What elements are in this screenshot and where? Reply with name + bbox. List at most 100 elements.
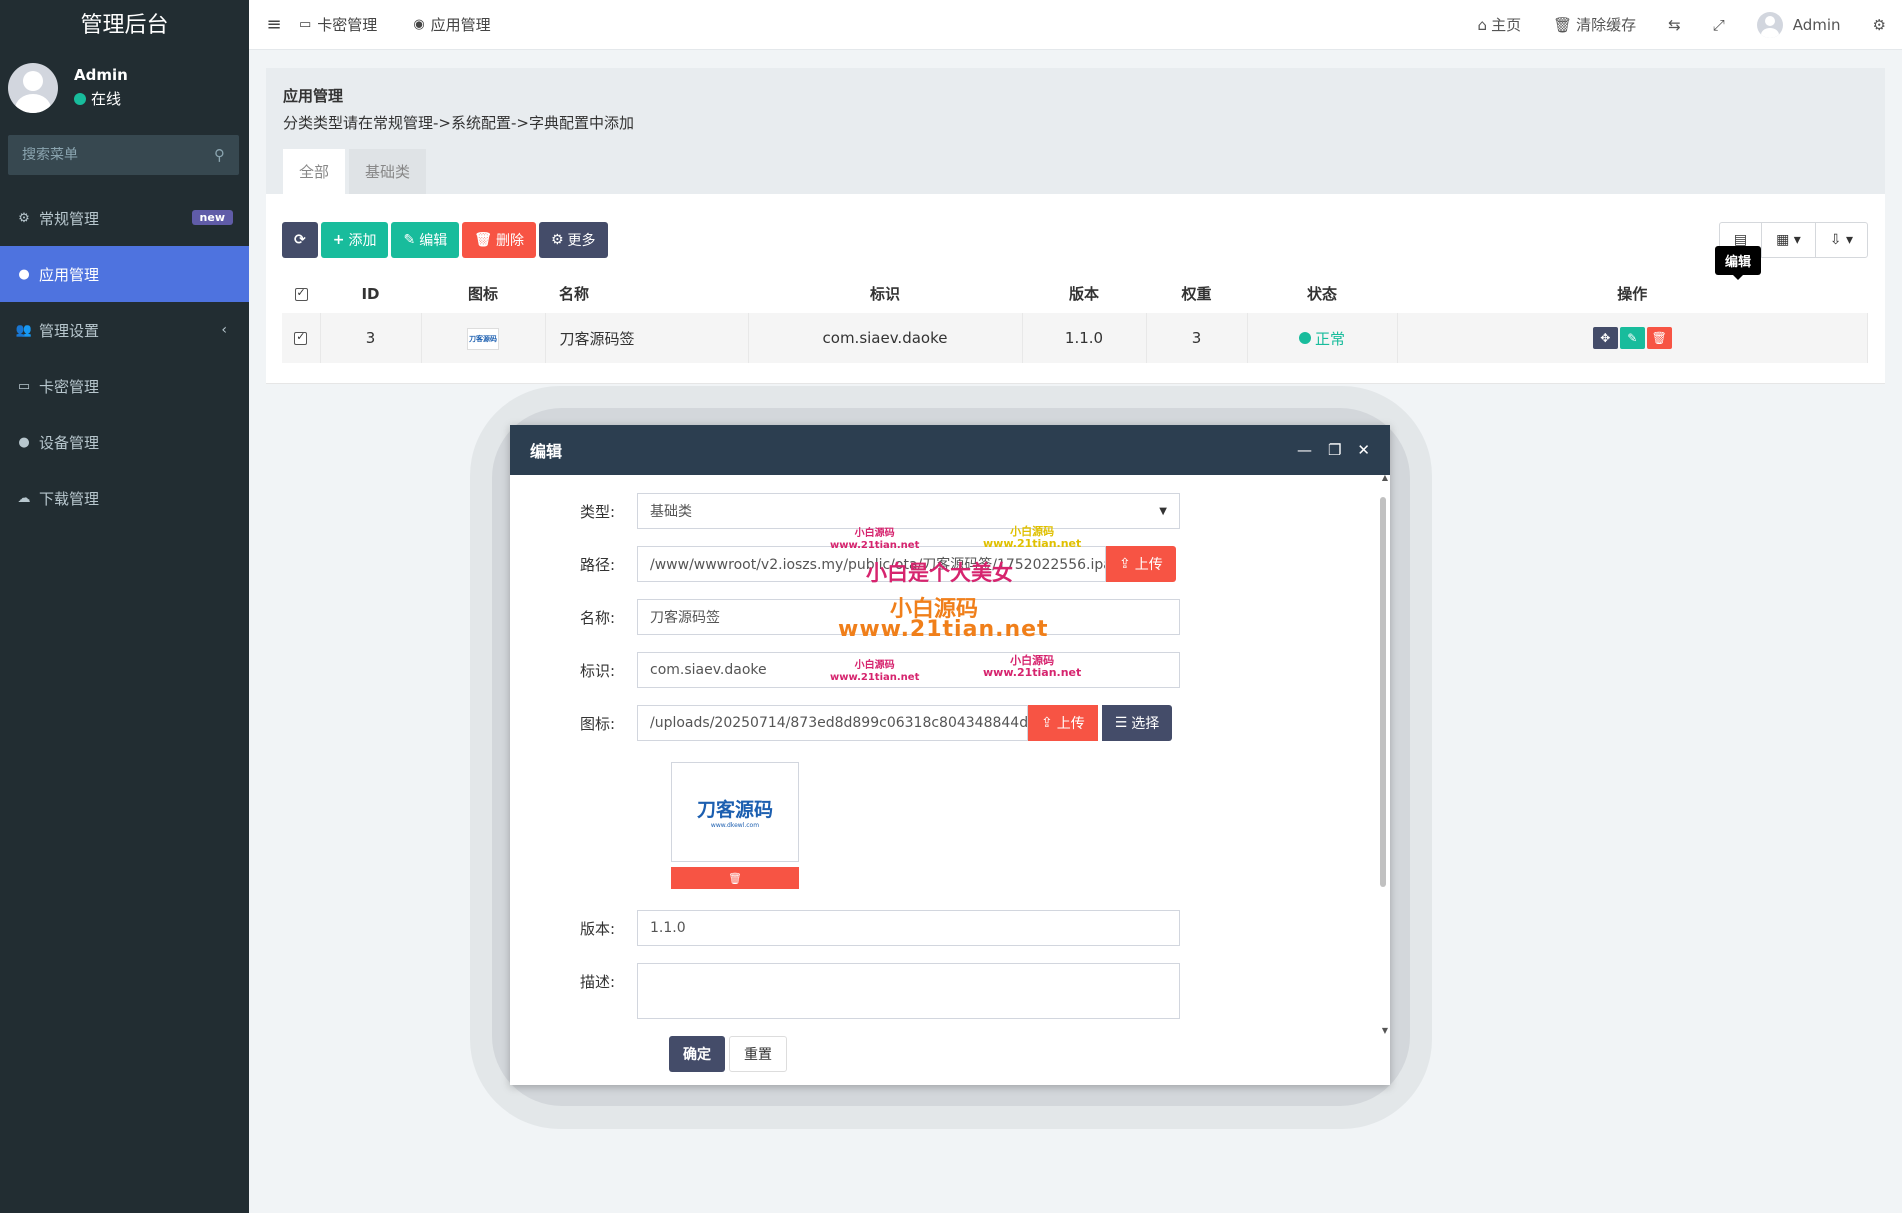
export-icon[interactable]: ⇩ ▾ (1816, 223, 1867, 257)
select-all-checkbox[interactable] (294, 286, 308, 301)
app-table: ID 图标 名称 标识 版本 权重 状态 操作 3 刀客源码 刀客源码签 com… (282, 274, 1868, 363)
watermark: 小白源码 www.21tian.net (983, 654, 1082, 679)
row-delete-button[interactable]: 🗑 (1646, 327, 1672, 349)
translate-icon[interactable]: ⇆ (1668, 16, 1681, 34)
close-icon[interactable]: ✕ (1357, 441, 1370, 459)
apple-icon: ● (18, 434, 30, 450)
drag-move-button[interactable]: ✥ (1592, 327, 1618, 349)
cell-status: 正常 (1247, 313, 1398, 363)
refresh-icon: ⟳ (294, 232, 306, 248)
icon-upload-button[interactable]: ⇪ 上传 (1028, 705, 1098, 741)
tab-all[interactable]: 全部 (283, 149, 346, 194)
icon-preview[interactable]: 刀客源码 www.dkewl.com (671, 762, 799, 862)
path-upload-button[interactable]: ⇪ 上传 (1106, 546, 1176, 582)
confirm-button[interactable]: 确定 (669, 1036, 725, 1072)
scroll-up-icon[interactable]: ▲ (1382, 473, 1388, 482)
col-status: 状态 (1306, 285, 1337, 303)
minimize-icon[interactable]: — (1297, 441, 1312, 459)
version-input[interactable]: 1.1.0 (637, 910, 1180, 946)
credit-card-icon: ▭ (17, 378, 31, 394)
columns-icon[interactable]: ▦ ▾ (1762, 223, 1816, 257)
search-icon[interactable]: ⚲ (214, 146, 225, 164)
more-button[interactable]: ⚙ 更多 (538, 222, 608, 258)
desc-textarea[interactable] (637, 963, 1180, 1019)
pencil-icon: ✎ (403, 232, 416, 248)
upload-icon: ⇪ (1041, 715, 1053, 731)
gear-icon: ⚙ (550, 232, 564, 248)
sidebar-logo[interactable]: 管理后台 (0, 0, 249, 45)
menu-toggle-icon[interactable]: ≡ (249, 14, 299, 35)
users-icon: 👥 (15, 322, 33, 338)
home-link[interactable]: ⌂ 主页 (1478, 14, 1522, 35)
modal-scroll-thumb[interactable] (1380, 497, 1386, 887)
cell-id: 3 (320, 313, 422, 363)
refresh-button[interactable]: ⟳ (282, 222, 318, 258)
credit-card-icon: ▭ (299, 17, 312, 32)
preview-logo-title: 刀客源码 (696, 799, 773, 821)
preview-logo-subtitle: www.dkewl.com (710, 822, 760, 829)
circle-icon: ● (18, 266, 30, 282)
row-select-cell[interactable] (282, 313, 321, 363)
sidebar: 管理后台 Admin 在线 ⚲ ⚙常规管理new ●应用管理 👥管理设置‹ ▭卡… (0, 0, 249, 1213)
reset-button[interactable]: 重置 (729, 1036, 787, 1072)
clear-cache-button[interactable]: 🗑 清除缓存 (1553, 14, 1636, 35)
row-edit-button[interactable]: ✎ (1619, 327, 1645, 349)
type-select[interactable]: 基础类 ▼ (637, 493, 1180, 529)
settings-gear-icon[interactable]: ⚙ (1873, 16, 1886, 34)
maximize-icon[interactable]: ❐ (1328, 441, 1341, 459)
avatar (1756, 11, 1783, 38)
row-checkbox[interactable] (294, 330, 308, 345)
sidebar-item-downloads[interactable]: ☁ 下载管理 (0, 470, 249, 526)
user-avatar (8, 62, 58, 113)
type-label: 类型: (579, 502, 615, 521)
edit-form: 类型: 基础类 ▼ 路径: /www/wwwroot/v2.ioszs.my/pu… (510, 475, 1390, 1072)
status-dot-icon (1298, 332, 1311, 344)
cell-name: 刀客源码签 (545, 313, 749, 363)
edit-button[interactable]: ✎ 编辑 (391, 222, 460, 258)
watermark: 小白源码 www.21tian.net (830, 528, 920, 551)
name-label: 名称: (579, 608, 615, 627)
cogs-icon: ⚙ (18, 210, 30, 226)
online-dot-icon (74, 92, 86, 105)
menu-search: ⚲ (8, 135, 239, 175)
user-menu[interactable]: Admin (1756, 11, 1841, 38)
nav-tab-apps[interactable]: ◉ 应用管理 (413, 14, 490, 35)
col-version: 版本 (1068, 285, 1099, 303)
icon-choose-button[interactable]: ☰ 选择 (1101, 705, 1173, 741)
home-icon: ⌂ (1477, 15, 1488, 34)
cell-icon: 刀客源码 (421, 313, 546, 363)
sidebar-item-cards[interactable]: ▭ 卡密管理 (0, 358, 249, 414)
select-all-header[interactable] (282, 274, 320, 313)
menu-search-input[interactable] (22, 147, 202, 163)
sidebar-item-apps[interactable]: ● 应用管理 (0, 246, 249, 302)
col-ident: 标识 (869, 285, 900, 303)
fullscreen-icon[interactable]: ⤢ (1713, 16, 1725, 34)
delete-button[interactable]: 🗑 删除 (462, 222, 536, 258)
list-icon: ☰ (1114, 715, 1128, 731)
table-row[interactable]: 3 刀客源码 刀客源码签 com.siaev.daoke 1.1.0 3 正常 … (282, 313, 1868, 363)
cell-weight: 3 (1146, 313, 1248, 363)
cloud-download-icon: ☁ (17, 490, 31, 506)
col-id[interactable]: ID (320, 274, 421, 313)
sidebar-item-devices[interactable]: ● 设备管理 (0, 414, 249, 470)
sidebar-item-general[interactable]: ⚙ 常规管理 new (0, 190, 249, 246)
icon-remove-button[interactable]: 🗑 (671, 867, 799, 889)
edit-modal: 编辑 — ❐ ✕ 类型: 基础类 ▼ 路径: /www/wwwroot/v2.io… (510, 425, 1390, 1085)
caret-down-icon: ▼ (1159, 505, 1167, 517)
watermark: 小白是个大美女 (866, 561, 1013, 585)
col-weight[interactable]: 权重 (1146, 274, 1247, 313)
scroll-down-icon[interactable]: ▼ (1382, 1026, 1388, 1035)
app-icon-thumbnail[interactable]: 刀客源码 (467, 327, 499, 350)
trash-icon: 🗑 (474, 232, 492, 248)
add-button[interactable]: + 添加 (320, 222, 389, 258)
col-name: 名称 (559, 285, 590, 303)
plus-icon: + (332, 232, 345, 248)
col-icon: 图标 (467, 285, 498, 303)
icon-path-input[interactable]: /uploads/20250714/873ed8d899c06318c80434… (637, 705, 1028, 741)
tab-basic[interactable]: 基础类 (349, 149, 427, 194)
page-description: 分类类型请在常规管理->系统配置->字典配置中添加 (283, 114, 634, 132)
sidebar-item-admin-settings[interactable]: 👥 管理设置 ‹ (0, 302, 249, 358)
nav-tab-cards[interactable]: ▭ 卡密管理 (299, 14, 377, 35)
trash-icon: 🗑 (1553, 15, 1573, 34)
cell-version: 1.1.0 (1022, 313, 1147, 363)
